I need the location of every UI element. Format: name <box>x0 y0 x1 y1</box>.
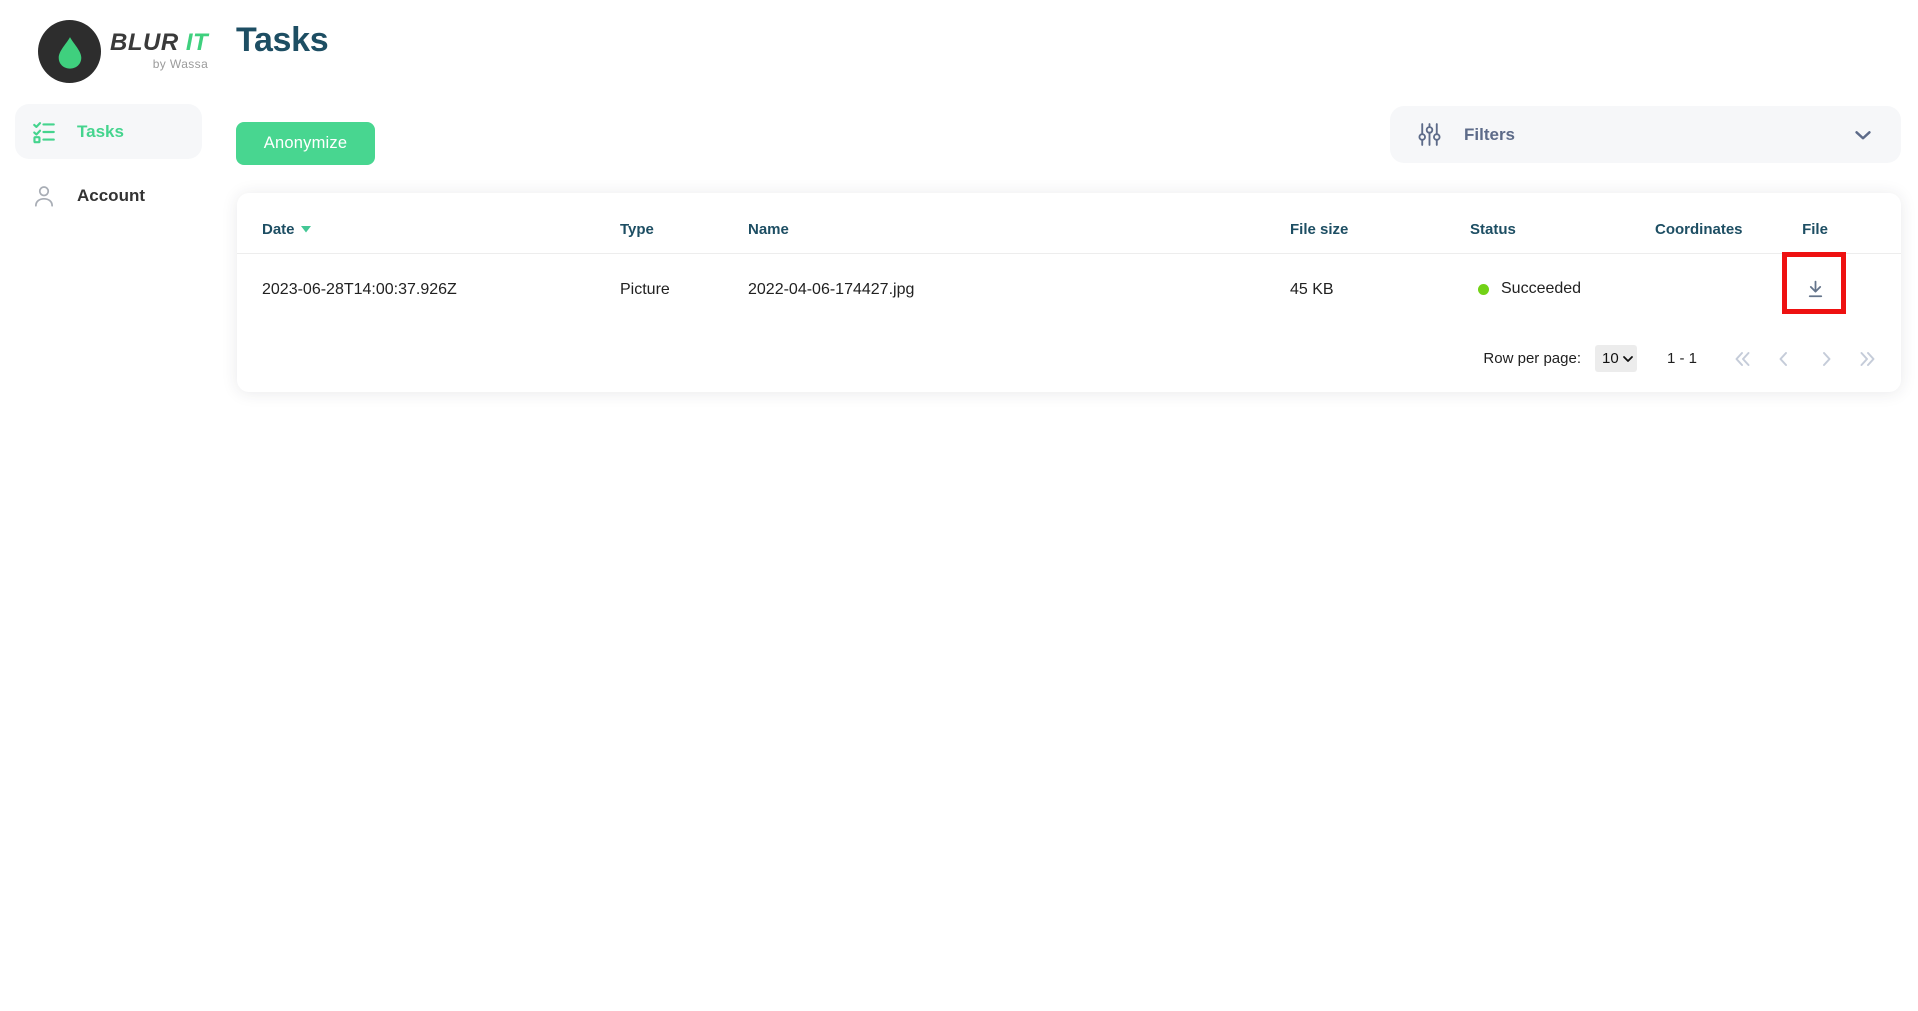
status-dot <box>1478 284 1489 295</box>
status-label: Succeeded <box>1501 280 1581 298</box>
last-page-button[interactable] <box>1855 346 1881 372</box>
tasks-table-card: Date Type Name File size Status Coordina… <box>237 193 1901 392</box>
anonymize-button[interactable]: Anonymize <box>236 122 375 165</box>
drop-icon <box>51 33 89 71</box>
tasks-table: Date Type Name File size Status Coordina… <box>237 207 1901 326</box>
cell-status: Succeeded <box>1470 253 1655 326</box>
filters-toggle[interactable]: Filters <box>1390 106 1901 163</box>
column-header-status: Status <box>1470 207 1655 253</box>
brand-primary: BLUR <box>110 29 179 56</box>
cell-coordinates <box>1655 253 1729 326</box>
download-icon <box>1804 278 1827 301</box>
sidebar-item-label: Account <box>77 186 145 206</box>
column-header-type: Type <box>620 207 748 253</box>
app-logo[interactable]: BLUR IT by Wassa <box>38 20 208 83</box>
cell-file <box>1729 253 1901 326</box>
logo-circle <box>38 20 101 83</box>
first-page-icon <box>1729 346 1755 372</box>
next-page-button[interactable] <box>1813 346 1839 372</box>
column-header-name: Name <box>748 207 1290 253</box>
cell-name: 2022-04-06-174427.jpg <box>748 253 1290 326</box>
sidebar-nav: Tasks Account <box>15 104 202 223</box>
brand-byline: by Wassa <box>110 57 208 71</box>
sidebar-item-tasks[interactable]: Tasks <box>15 104 202 159</box>
chevron-down-icon[interactable] <box>1849 121 1877 149</box>
last-page-icon <box>1855 346 1881 372</box>
download-button[interactable] <box>1793 268 1837 312</box>
brand-accent: IT <box>186 29 208 56</box>
column-header-file: File <box>1729 207 1901 253</box>
table-header-row: Date Type Name File size Status Coordina… <box>237 207 1901 253</box>
rows-per-page-select[interactable]: 10 <box>1595 345 1637 372</box>
column-header-date[interactable]: Date <box>237 207 620 253</box>
user-icon <box>31 183 57 209</box>
sliders-icon <box>1416 121 1443 148</box>
pagination-range: 1 - 1 <box>1667 350 1697 367</box>
filters-label: Filters <box>1464 125 1515 145</box>
sort-desc-arrow-icon <box>301 226 311 233</box>
rows-per-page-select-wrap: 10 <box>1595 345 1637 372</box>
table-row: 2023-06-28T14:00:37.926Z Picture 2022-04… <box>237 253 1901 326</box>
sidebar-item-account[interactable]: Account <box>15 168 202 223</box>
column-header-file-size: File size <box>1290 207 1470 253</box>
column-header-label: Date <box>262 221 295 238</box>
cell-type: Picture <box>620 253 748 326</box>
page-title: Tasks <box>236 21 328 60</box>
sidebar-item-label: Tasks <box>77 122 124 142</box>
brand-text: BLUR IT by Wassa <box>110 20 208 71</box>
checklist-icon <box>31 119 57 145</box>
rows-per-page-label: Row per page: <box>1483 350 1581 367</box>
first-page-button[interactable] <box>1729 346 1755 372</box>
cell-file-size: 45 KB <box>1290 253 1470 326</box>
column-header-coordinates: Coordinates <box>1655 207 1729 253</box>
pagination-bar: Row per page: 10 1 - 1 <box>237 326 1901 391</box>
next-page-icon <box>1813 346 1839 372</box>
previous-page-icon <box>1771 346 1797 372</box>
cell-date: 2023-06-28T14:00:37.926Z <box>237 253 620 326</box>
previous-page-button[interactable] <box>1771 346 1797 372</box>
